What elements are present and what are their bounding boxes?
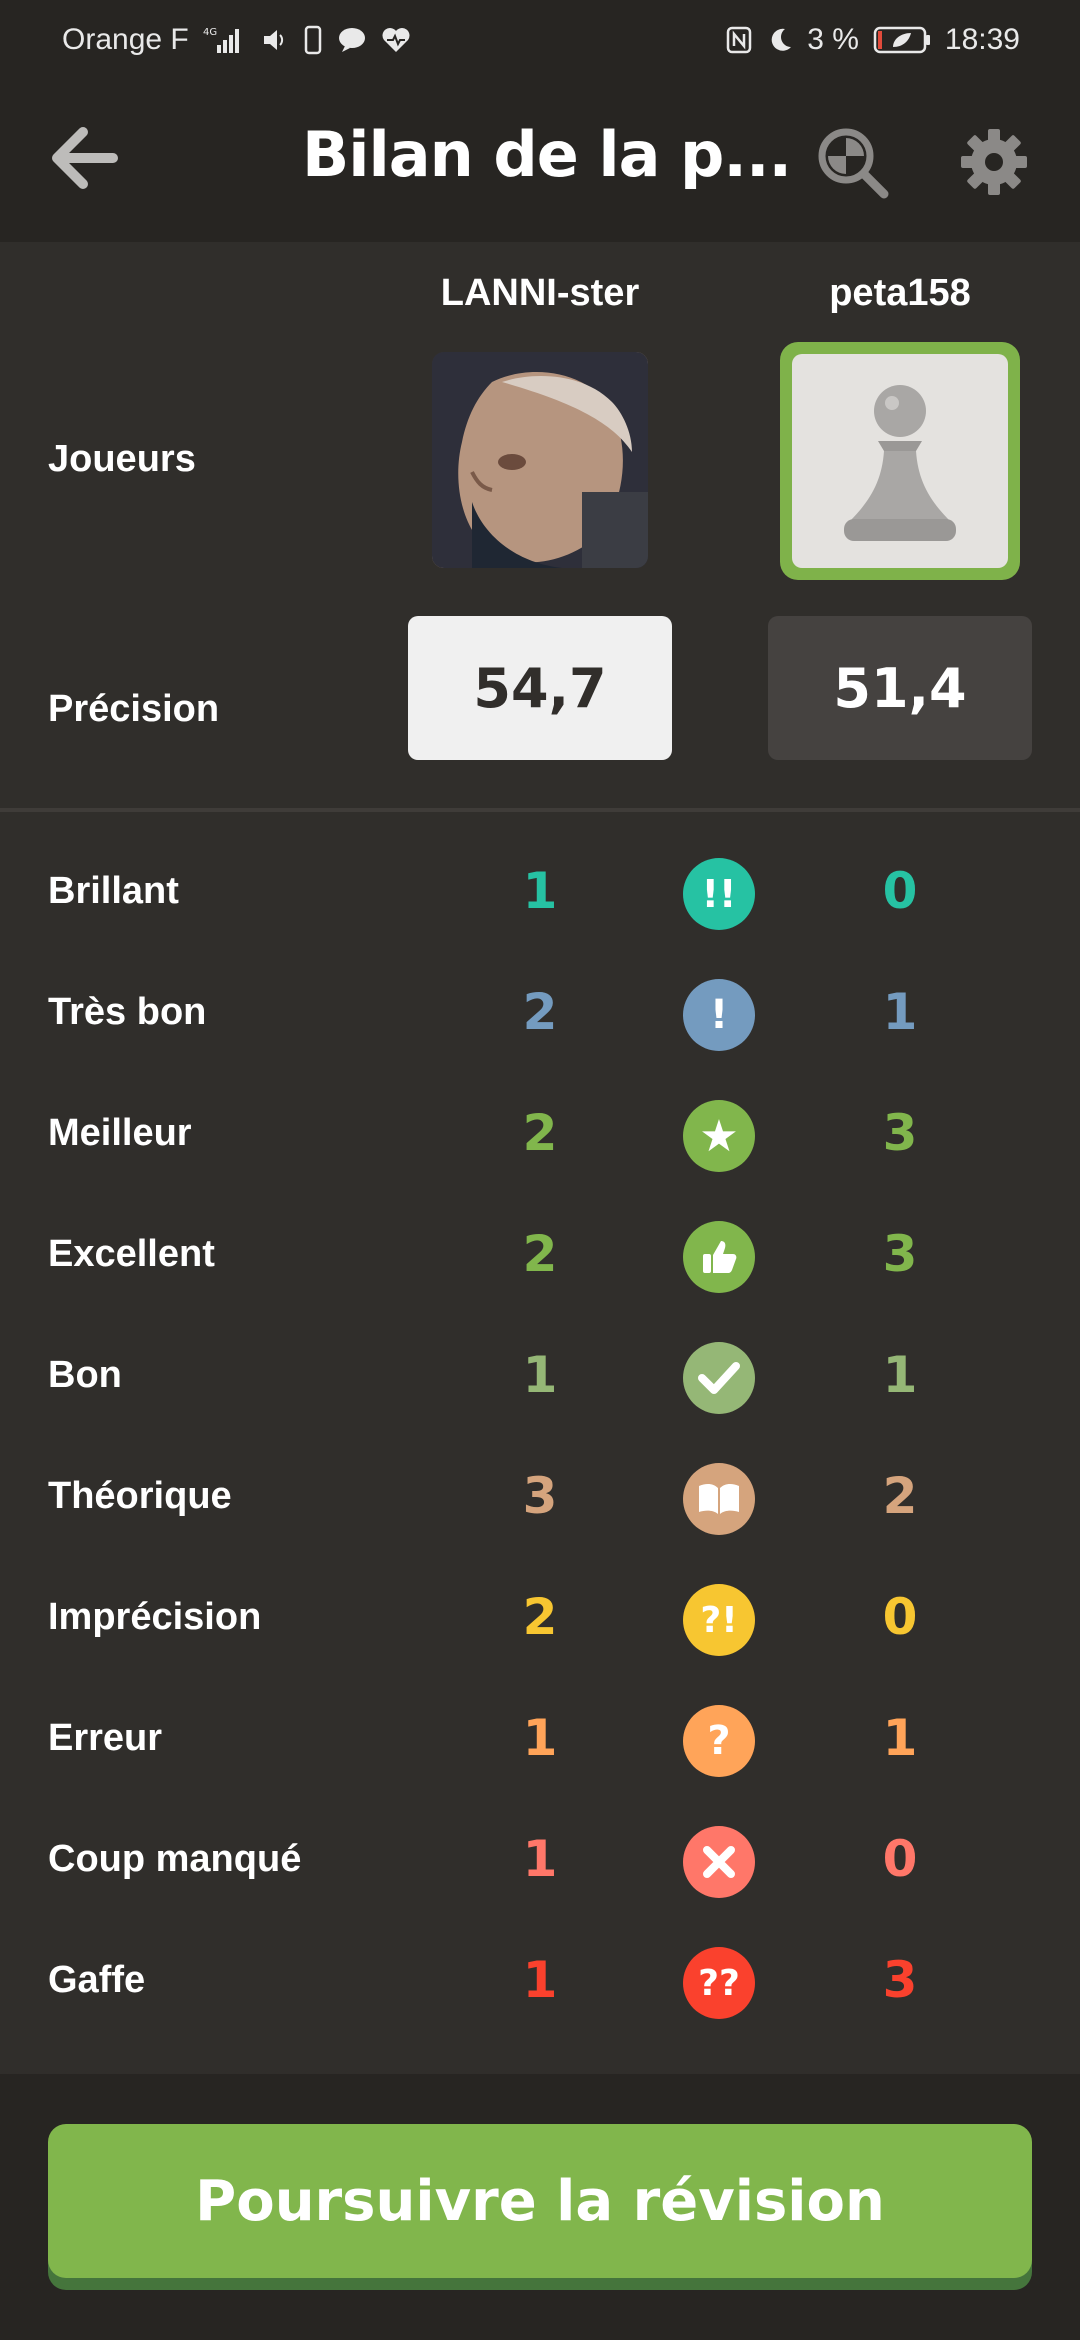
network-type-label: 4G: [203, 27, 217, 38]
white-count: 1: [522, 1346, 558, 1404]
move-label: Excellent: [48, 1233, 215, 1275]
phone-icon: [303, 25, 323, 55]
list-item[interactable]: Bon 1 1: [0, 1328, 1080, 1428]
white-count: 2: [522, 983, 558, 1041]
carrier-label: Orange F: [62, 23, 189, 56]
back-arrow-icon: [52, 127, 118, 189]
nfc-icon: [725, 25, 753, 55]
great-icon: !: [683, 979, 755, 1051]
check-icon: [683, 1342, 755, 1414]
list-item[interactable]: Théorique 3 2: [0, 1449, 1080, 1549]
white-player-name[interactable]: LANNI-ster: [400, 272, 680, 315]
move-classification-list: Brillant 1 !! 0 Très bon 2 ! 1 Meilleur …: [0, 812, 1080, 2074]
white-player-avatar[interactable]: [432, 352, 648, 568]
book-icon: [683, 1463, 755, 1535]
star-icon: ★: [683, 1100, 755, 1172]
black-count: 3: [882, 1104, 918, 1162]
move-label: Meilleur: [48, 1112, 192, 1154]
brilliant-icon: !!: [683, 858, 755, 930]
back-button[interactable]: [46, 120, 122, 196]
black-count: 1: [882, 1709, 918, 1767]
black-count: 0: [882, 1830, 918, 1888]
list-item[interactable]: Gaffe 1 ?? 3: [0, 1933, 1080, 2033]
white-count: 2: [522, 1588, 558, 1646]
black-count: 3: [882, 1225, 918, 1283]
thumbs-up-icon: [683, 1221, 755, 1293]
settings-button[interactable]: [956, 124, 1032, 200]
black-count: 0: [882, 1588, 918, 1646]
pawn-icon: [844, 385, 956, 541]
list-item[interactable]: Meilleur 2 ★ 3: [0, 1086, 1080, 1186]
black-count: 2: [882, 1467, 918, 1525]
white-count: 2: [522, 1104, 558, 1162]
inaccuracy-icon: ?!: [683, 1584, 755, 1656]
white-count: 1: [522, 1709, 558, 1767]
move-label: Très bon: [48, 991, 207, 1033]
clock: 18:39: [944, 23, 1020, 56]
battery-percent: 3 %: [807, 23, 859, 56]
health-icon: [381, 26, 411, 54]
signal-icon: 4G: [203, 25, 247, 55]
list-item[interactable]: Brillant 1 !! 0: [0, 844, 1080, 944]
list-item[interactable]: Très bon 2 ! 1: [0, 965, 1080, 1065]
continue-review-button[interactable]: Poursuivre la révision: [48, 2124, 1032, 2278]
volume-icon: [261, 26, 289, 54]
list-item[interactable]: Coup manqué 1 0: [0, 1812, 1080, 1912]
list-item[interactable]: Erreur 1 ? 1: [0, 1691, 1080, 1791]
battery-saver-icon: [873, 25, 931, 55]
white-count: 2: [522, 1225, 558, 1283]
list-item[interactable]: Excellent 2 3: [0, 1207, 1080, 1307]
black-count: 1: [882, 983, 918, 1041]
move-label: Erreur: [48, 1717, 163, 1759]
white-accuracy-value: 54,7: [408, 616, 672, 760]
chat-icon: [337, 26, 367, 54]
black-count: 0: [882, 862, 918, 920]
miss-icon: [683, 1826, 755, 1898]
list-item[interactable]: Imprécision 2 ?! 0: [0, 1570, 1080, 1670]
app-bar: Bilan de la p...: [0, 80, 1080, 242]
black-player-avatar[interactable]: [780, 342, 1020, 580]
moon-icon: [767, 26, 793, 54]
bottom-bar: Poursuivre la révision: [0, 2074, 1080, 2340]
white-count: 1: [522, 1951, 558, 2009]
players-section: LANNI-ster peta158 Joueurs Précision 54,…: [0, 242, 1080, 808]
gear-icon: [961, 129, 1027, 195]
accuracy-row-label: Précision: [48, 688, 220, 730]
black-accuracy-value: 51,4: [768, 616, 1032, 760]
white-count: 3: [522, 1467, 558, 1525]
move-label: Gaffe: [48, 1959, 146, 2001]
black-count: 3: [882, 1951, 918, 2009]
white-count: 1: [522, 862, 558, 920]
move-label: Brillant: [48, 870, 179, 912]
players-row-label: Joueurs: [48, 438, 196, 480]
mistake-icon: ?: [683, 1705, 755, 1777]
black-count: 1: [882, 1346, 918, 1404]
move-label: Coup manqué: [48, 1838, 302, 1880]
black-player-name[interactable]: peta158: [760, 272, 1040, 315]
white-count: 1: [522, 1830, 558, 1888]
analysis-button[interactable]: [812, 122, 892, 202]
player-photo: [432, 352, 648, 568]
blunder-icon: ??: [683, 1947, 755, 2019]
status-bar: Orange F 4G 3 % 18:39: [0, 0, 1080, 80]
page-title: Bilan de la p...: [302, 118, 792, 191]
analysis-magnifier-icon: [818, 128, 889, 199]
move-label: Imprécision: [48, 1596, 262, 1638]
move-label: Théorique: [48, 1475, 232, 1517]
move-label: Bon: [48, 1354, 122, 1396]
